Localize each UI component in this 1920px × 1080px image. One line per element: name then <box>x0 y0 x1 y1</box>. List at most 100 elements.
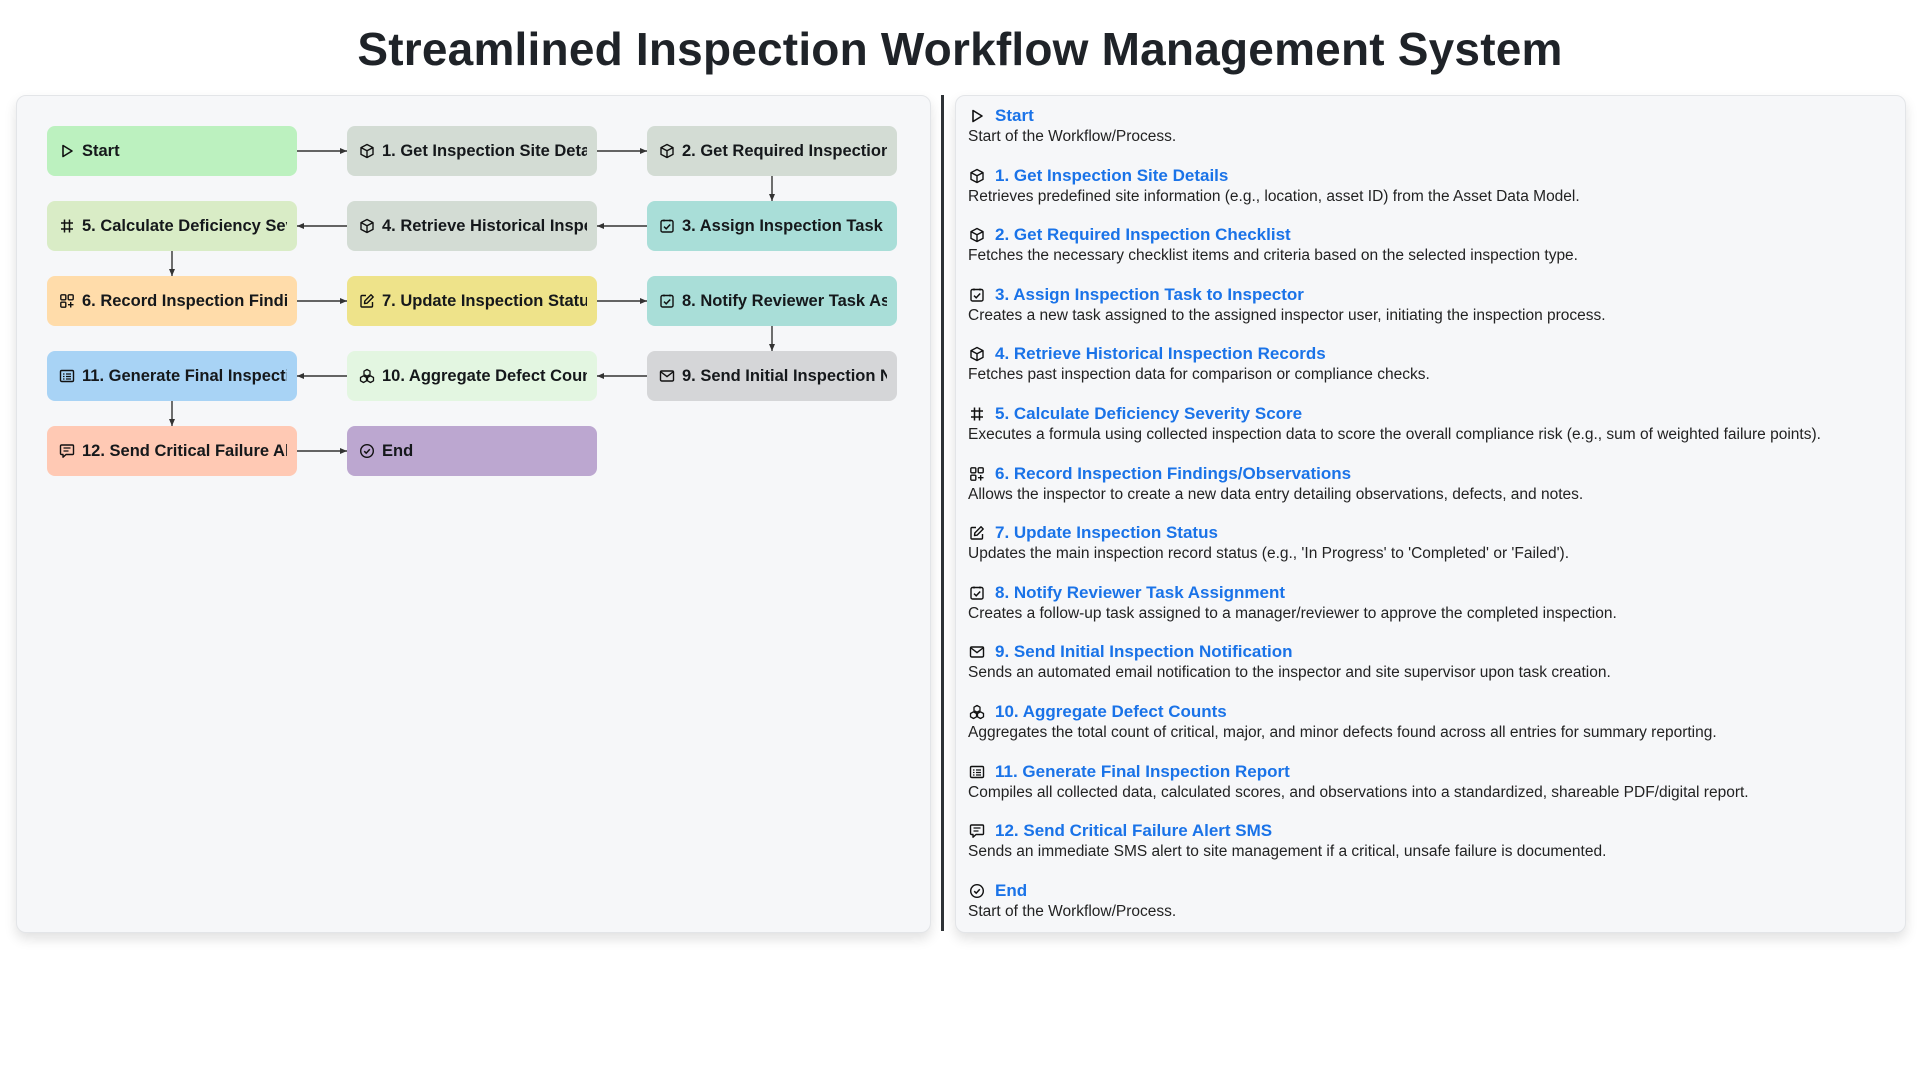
node-start[interactable]: Start <box>47 126 297 176</box>
legend-item: 12. Send Critical Failure Alert SMS Sends… <box>968 820 1895 880</box>
legend-item-header[interactable]: 9. Send Initial Inspection Notification <box>968 641 1895 663</box>
legend-item-description: Aggregates the total count of critical, … <box>968 723 1717 741</box>
cube-icon <box>968 345 986 363</box>
grid-plus-icon <box>968 465 986 483</box>
flowchart-panel: Start 1. Get Inspection Site Details 2. … <box>16 95 931 933</box>
legend-item: 1. Get Inspection Site Details Retrieves … <box>968 165 1895 225</box>
legend-item-header[interactable]: 3. Assign Inspection Task to Inspector <box>968 284 1895 306</box>
legend-item-description: Retrieves predefined site information (e… <box>968 187 1580 205</box>
legend-item-title: 2. Get Required Inspection Checklist <box>995 225 1291 245</box>
legend-item: 7. Update Inspection Status Updates the m… <box>968 522 1895 582</box>
node-3[interactable]: 3. Assign Inspection Task to Inspector <box>647 201 897 251</box>
checkbox-icon <box>658 292 676 310</box>
legend-item: End Start of the Workflow/Process. <box>968 880 1895 940</box>
legend-item-title: 12. Send Critical Failure Alert SMS <box>995 821 1273 841</box>
node-10[interactable]: 10. Aggregate Defect Counts <box>347 351 597 401</box>
legend-item-header[interactable]: End <box>968 880 1895 902</box>
node-label: 10. Aggregate Defect Counts <box>382 366 587 385</box>
play-icon <box>968 107 986 125</box>
check-circle-icon <box>968 882 986 900</box>
node-4[interactable]: 4. Retrieve Historical Inspection Record… <box>347 201 597 251</box>
legend-item-title: 3. Assign Inspection Task to Inspector <box>995 284 1304 304</box>
legend-item-header[interactable]: 2. Get Required Inspection Checklist <box>968 224 1895 246</box>
node-label: End <box>382 441 414 460</box>
legend-item-header[interactable]: 10. Aggregate Defect Counts <box>968 701 1895 723</box>
legend-item-header[interactable]: 12. Send Critical Failure Alert SMS <box>968 820 1895 842</box>
cube-icon <box>968 167 986 185</box>
legend-item: 2. Get Required Inspection Checklist Fetc… <box>968 224 1895 284</box>
page-title: Streamlined Inspection Workflow Manageme… <box>357 23 1563 75</box>
panel-divider[interactable] <box>941 95 944 931</box>
cube-icon <box>358 142 376 160</box>
legend-item-title: Start <box>995 106 1034 125</box>
checkbox-icon <box>968 584 986 602</box>
legend-item-header[interactable]: 11. Generate Final Inspection Report <box>968 761 1895 783</box>
play-icon <box>58 142 76 160</box>
grid-plus-icon <box>58 292 76 310</box>
edit-icon <box>968 524 986 542</box>
formula-icon <box>58 217 76 235</box>
node-11[interactable]: 11. Generate Final Inspection Report <box>47 351 297 401</box>
node-label: 2. Get Required Inspection Checklist <box>682 141 887 160</box>
node-8[interactable]: 8. Notify Reviewer Task Assignment <box>647 276 897 326</box>
checkbox-icon <box>968 286 986 304</box>
legend-item-title: 5. Calculate Deficiency Severity Score <box>995 403 1303 423</box>
legend-item-description: Creates a new task assigned to the assig… <box>968 306 1606 324</box>
node-label: 12. Send Critical Failure Alert SMS <box>82 441 287 460</box>
report-icon <box>968 763 986 781</box>
mail-icon <box>968 643 986 661</box>
node-12[interactable]: 12. Send Critical Failure Alert SMS <box>47 426 297 476</box>
node-6[interactable]: 6. Record Inspection Findings/Observatio… <box>47 276 297 326</box>
legend-item-description: Sends an automated email notification to… <box>968 664 1611 682</box>
legend-item-header[interactable]: 5. Calculate Deficiency Severity Score <box>968 403 1895 425</box>
legend-item-title: 1. Get Inspection Site Details <box>995 165 1229 185</box>
legend-list: Start Start of the Workflow/Process. 1. Ge… <box>968 105 1895 939</box>
legend-item: 6. Record Inspection Findings/Observatio… <box>968 463 1895 523</box>
node-2[interactable]: 2. Get Required Inspection Checklist <box>647 126 897 176</box>
legend-item: 5. Calculate Deficiency Severity Score Ex… <box>968 403 1895 463</box>
cube-icon <box>658 142 676 160</box>
node-label: 6. Record Inspection Findings/Observatio… <box>82 291 287 310</box>
legend-item: 11. Generate Final Inspection Report Comp… <box>968 761 1895 821</box>
legend-item-header[interactable]: 6. Record Inspection Findings/Observatio… <box>968 463 1895 485</box>
cluster-icon <box>358 367 376 385</box>
node-label: 3. Assign Inspection Task to Inspector <box>682 216 887 235</box>
legend-item-header[interactable]: 4. Retrieve Historical Inspection Record… <box>968 343 1895 365</box>
legend-item-title: 4. Retrieve Historical Inspection Record… <box>995 344 1326 364</box>
node-label: 4. Retrieve Historical Inspection Record… <box>382 216 587 235</box>
node-label: 1. Get Inspection Site Details <box>382 141 587 160</box>
node-label: 9. Send Initial Inspection Notification <box>682 366 887 385</box>
node-1[interactable]: 1. Get Inspection Site Details <box>347 126 597 176</box>
edit-icon <box>358 292 376 310</box>
legend-item-title: 10. Aggregate Defect Counts <box>995 701 1227 721</box>
mail-icon <box>658 367 676 385</box>
legend-item-header[interactable]: 7. Update Inspection Status <box>968 522 1895 544</box>
legend-item: 10. Aggregate Defect Counts Aggregates th… <box>968 701 1895 761</box>
legend-item: Start Start of the Workflow/Process. <box>968 105 1895 165</box>
legend-item-title: 9. Send Initial Inspection Notification <box>995 642 1293 662</box>
legend-panel: Start Start of the Workflow/Process. 1. Ge… <box>955 95 1906 933</box>
cluster-icon <box>968 703 986 721</box>
legend-item: 3. Assign Inspection Task to Inspector Cr… <box>968 284 1895 344</box>
legend-item-title: 8. Notify Reviewer Task Assignment <box>995 582 1286 602</box>
legend-item: 8. Notify Reviewer Task Assignment Create… <box>968 582 1895 642</box>
node-7[interactable]: 7. Update Inspection Status <box>347 276 597 326</box>
cube-icon <box>968 226 986 244</box>
legend-item-description: Start of the Workflow/Process. <box>968 902 1177 920</box>
node-label: 11. Generate Final Inspection Report <box>82 366 287 385</box>
node-label: 8. Notify Reviewer Task Assignment <box>682 291 887 310</box>
cube-icon <box>358 217 376 235</box>
legend-item-description: Compiles all collected data, calculated … <box>968 783 1749 801</box>
legend-item: 9. Send Initial Inspection Notification S… <box>968 641 1895 701</box>
node-9[interactable]: 9. Send Initial Inspection Notification <box>647 351 897 401</box>
message-icon <box>58 442 76 460</box>
legend-item-description: Executes a formula using collected inspe… <box>968 425 1821 443</box>
legend-item-header[interactable]: 1. Get Inspection Site Details <box>968 165 1895 187</box>
legend-item-title: 6. Record Inspection Findings/Observatio… <box>995 463 1352 483</box>
node-label: 7. Update Inspection Status <box>382 291 587 310</box>
legend-item-description: Fetches the necessary checklist items an… <box>968 247 1578 265</box>
legend-item-header[interactable]: Start <box>968 105 1895 127</box>
legend-item-header[interactable]: 8. Notify Reviewer Task Assignment <box>968 582 1895 604</box>
node-5[interactable]: 5. Calculate Deficiency Severity Score <box>47 201 297 251</box>
node-end[interactable]: End <box>347 426 597 476</box>
